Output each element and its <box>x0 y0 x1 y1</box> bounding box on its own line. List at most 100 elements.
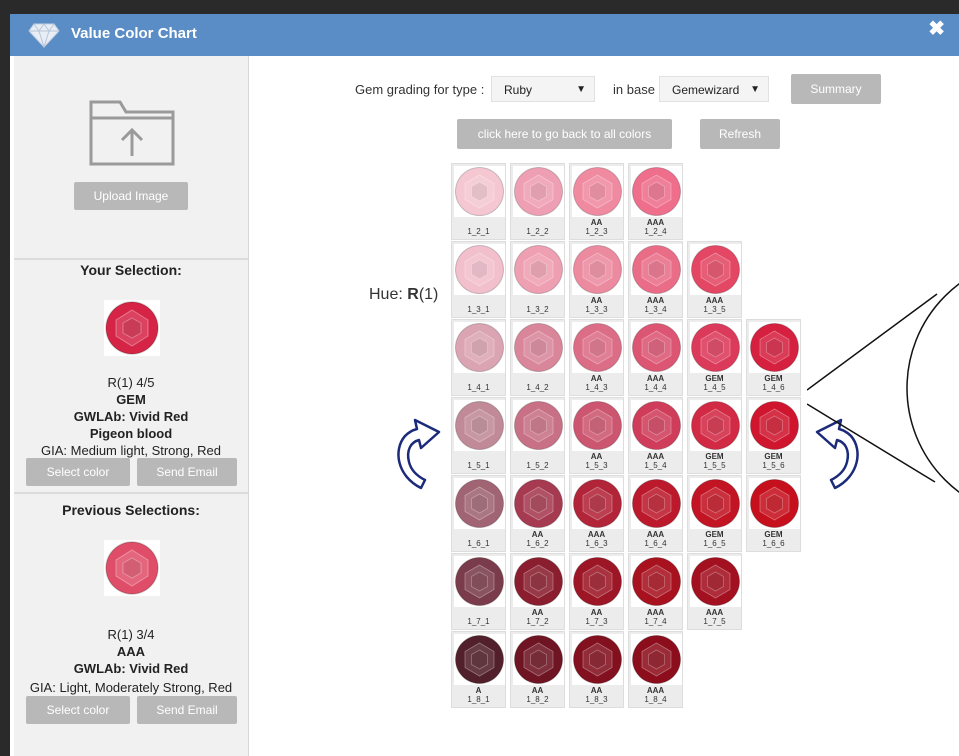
gem-cell[interactable]: 1_7_1 <box>451 553 506 630</box>
sidebar: Upload Image Your Selection: R(1) 4/5 GE… <box>14 56 249 756</box>
gem-cell[interactable]: AA 1_6_2 <box>510 475 565 552</box>
refresh-button[interactable]: Refresh <box>700 119 780 149</box>
gem-cell[interactable]: AAA 1_3_5 <box>687 241 742 318</box>
gem-cell[interactable]: AA 1_7_2 <box>510 553 565 630</box>
gem-swatch <box>454 556 505 607</box>
gem-swatch <box>749 322 800 373</box>
folder-upload-icon[interactable] <box>88 98 176 168</box>
gem-cell[interactable]: 1_5_2 <box>510 397 565 474</box>
main-panel: Gem grading for type : Ruby ▼ in base Ge… <box>249 56 959 756</box>
upload-image-button[interactable]: Upload Image <box>74 182 188 210</box>
selected-gem-swatch <box>104 300 160 356</box>
gem-code: 1_3_1 <box>467 305 490 314</box>
gem-cell[interactable]: AAA 1_7_4 <box>628 553 683 630</box>
gem-cell[interactable]: AAA 1_3_4 <box>628 241 683 318</box>
gem-code: 1_2_3 <box>585 227 608 236</box>
gem-cell[interactable]: GEM 1_5_6 <box>746 397 801 474</box>
gem-swatch <box>690 322 741 373</box>
gem-cell[interactable]: 1_3_2 <box>510 241 565 318</box>
magnifier-callout <box>807 283 959 493</box>
gem-swatch <box>749 478 800 529</box>
gem-grade: AAA <box>705 296 724 305</box>
send-email-button[interactable]: Send Email <box>137 458 237 486</box>
gem-code: 1_6_2 <box>526 539 549 548</box>
gem-swatch <box>631 556 682 607</box>
gem-code: 1_5_6 <box>762 461 785 470</box>
base-label: in base <box>613 82 655 97</box>
gem-code: 1_8_1 <box>467 695 490 704</box>
previous-select-color-button[interactable]: Select color <box>26 696 130 724</box>
previous-gem-swatch <box>104 540 160 596</box>
gem-code: 1_6_1 <box>467 539 490 548</box>
gem-cell[interactable]: 1_4_1 <box>451 319 506 396</box>
gem-type-select[interactable]: Ruby ▼ <box>491 76 595 102</box>
rotate-left-arrow-icon[interactable] <box>391 412 445 492</box>
gem-cell[interactable]: GEM 1_6_5 <box>687 475 742 552</box>
gem-grade: AAA <box>646 608 665 617</box>
gem-cell[interactable]: AA 1_8_2 <box>510 631 565 708</box>
gem-cell[interactable]: AAA 1_7_5 <box>687 553 742 630</box>
gem-grade: GEM <box>705 452 724 461</box>
gem-cell[interactable]: AAA 1_8_4 <box>628 631 683 708</box>
gem-swatch <box>513 556 564 607</box>
select-color-button[interactable]: Select color <box>26 458 130 486</box>
hue-letter: R <box>407 286 419 303</box>
previous-grade: AAA <box>116 644 146 659</box>
gem-cell[interactable]: 1_2_1 <box>451 163 506 240</box>
gem-cell[interactable]: AAA 1_4_4 <box>628 319 683 396</box>
gem-cell[interactable]: AA 1_2_3 <box>569 163 624 240</box>
gem-cell[interactable]: AAA 1_6_4 <box>628 475 683 552</box>
gem-cell[interactable]: AA 1_7_3 <box>569 553 624 630</box>
gem-cell[interactable]: 1_2_2 <box>510 163 565 240</box>
window-title: Value Color Chart <box>71 25 197 42</box>
gem-cell[interactable]: GEM 1_5_5 <box>687 397 742 474</box>
gem-cell[interactable]: AAA 1_6_3 <box>569 475 624 552</box>
previous-send-email-button[interactable]: Send Email <box>137 696 237 724</box>
gem-cell[interactable]: AAA 1_2_4 <box>628 163 683 240</box>
gem-cell[interactable]: AA 1_3_3 <box>569 241 624 318</box>
gem-grade: GEM <box>705 374 724 383</box>
gem-grade: GEM <box>764 530 783 539</box>
gem-code: 1_5_2 <box>526 461 549 470</box>
gem-swatch <box>572 244 623 295</box>
gem-cell[interactable]: AAA 1_5_4 <box>628 397 683 474</box>
gem-code: 1_3_2 <box>526 305 549 314</box>
gem-code: 1_8_2 <box>526 695 549 704</box>
close-icon[interactable]: ✖ <box>928 16 945 41</box>
gem-cell[interactable]: AA 1_5_3 <box>569 397 624 474</box>
gem-cell[interactable]: AA 1_8_3 <box>569 631 624 708</box>
gem-grade: AA <box>590 686 603 695</box>
gem-cell[interactable]: A 1_8_1 <box>451 631 506 708</box>
gem-grade: GEM <box>705 530 724 539</box>
selection-gwlab: GWLAb: Vivid Red <box>73 409 189 424</box>
gem-cell[interactable]: 1_4_2 <box>510 319 565 396</box>
previous-selection-details: R(1) 3/4 AAA GWLAb: Vivid Red <box>14 626 248 677</box>
gem-cell[interactable]: GEM 1_4_6 <box>746 319 801 396</box>
gem-cell[interactable]: 1_3_1 <box>451 241 506 318</box>
gem-code: 1_5_3 <box>585 461 608 470</box>
gem-code: 1_8_3 <box>585 695 608 704</box>
gem-cell[interactable]: AA 1_4_3 <box>569 319 624 396</box>
gem-cell[interactable]: GEM 1_6_6 <box>746 475 801 552</box>
gem-grade: AA <box>531 608 544 617</box>
gem-swatch <box>454 166 505 217</box>
gem-code: 1_4_1 <box>467 383 490 392</box>
gem-swatch <box>572 556 623 607</box>
gem-cell[interactable]: GEM 1_4_5 <box>687 319 742 396</box>
gem-swatch <box>690 400 741 451</box>
divider <box>14 492 248 494</box>
gem-grade: AAA <box>646 218 665 227</box>
gem-code: 1_8_4 <box>644 695 667 704</box>
gem-grade: AA <box>590 452 603 461</box>
gem-grade: AAA <box>587 530 606 539</box>
gem-code: 1_6_5 <box>703 539 726 548</box>
gem-cell[interactable]: 1_6_1 <box>451 475 506 552</box>
divider <box>14 258 248 260</box>
summary-button[interactable]: Summary <box>791 74 881 104</box>
back-to-all-colors-button[interactable]: click here to go back to all colors <box>457 119 672 149</box>
gem-cell[interactable]: 1_5_1 <box>451 397 506 474</box>
gem-grade: AAA <box>646 374 665 383</box>
gem-swatch <box>690 556 741 607</box>
gem-code: 1_3_5 <box>703 305 726 314</box>
base-select[interactable]: Gemewizard ▼ <box>659 76 769 102</box>
